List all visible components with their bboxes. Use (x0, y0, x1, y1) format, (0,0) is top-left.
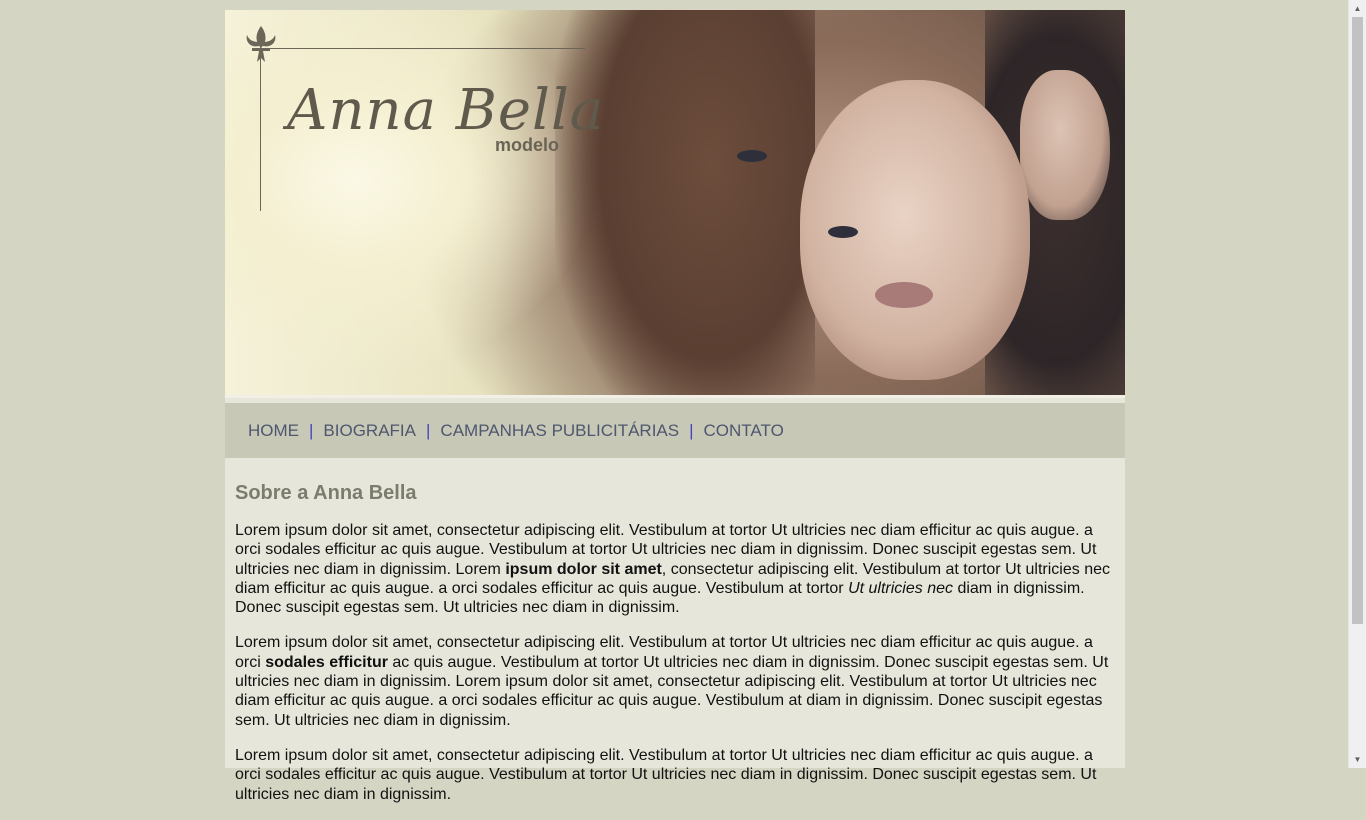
paragraph-bold-text: sodales efficitur (265, 653, 388, 671)
banner-photo-eye (828, 226, 858, 238)
banner-bottom-line (225, 395, 1125, 398)
banner-photo-hand (1020, 70, 1110, 220)
nav-item-home[interactable]: HOME (248, 421, 299, 441)
logo-frame-line (260, 48, 585, 49)
banner-photo-lips (875, 282, 933, 308)
banner-photo-hair (555, 10, 815, 398)
nav-separator: | (309, 420, 314, 440)
vertical-scrollbar[interactable]: ▲ ▼ (1348, 0, 1366, 768)
page-title: Sobre a Anna Bella (235, 482, 417, 504)
scroll-down-arrow-icon[interactable]: ▼ (1349, 751, 1366, 768)
fleur-de-lis-icon (246, 26, 276, 62)
banner-photo-eye (737, 150, 767, 162)
scrollbar-thumb[interactable] (1352, 17, 1363, 624)
paragraph: Lorem ipsum dolor sit amet, consectetur … (235, 633, 1115, 729)
nav-separator: | (426, 420, 431, 440)
nav-separator: | (689, 420, 694, 440)
main-nav: HOME | BIOGRAFIA | CAMPANHAS PUBLICITÁRI… (225, 403, 1125, 458)
header-banner: Anna Bella modelo (225, 10, 1125, 398)
paragraph-bold-text: ipsum dolor sit amet (505, 560, 662, 578)
logo-name: Anna Bella (287, 78, 605, 143)
nav-item-biografia[interactable]: BIOGRAFIA (323, 421, 416, 441)
main-content: Sobre a Anna Bella Lorem ipsum dolor sit… (235, 482, 1115, 820)
logo-subtitle: modelo (495, 135, 560, 155)
nav-item-contato[interactable]: CONTATO (704, 421, 784, 441)
paragraph: Lorem ipsum dolor sit amet, consectetur … (235, 746, 1097, 803)
paragraph: Lorem ipsum dolor sit amet, consectetur … (235, 521, 1115, 617)
nav-item-campanhas[interactable]: CAMPANHAS PUBLICITÁRIAS (440, 421, 679, 441)
scroll-up-arrow-icon[interactable]: ▲ (1349, 0, 1366, 17)
paragraph-italic-text: Ut ultricies nec (848, 579, 953, 597)
logo-frame-line (260, 40, 261, 211)
